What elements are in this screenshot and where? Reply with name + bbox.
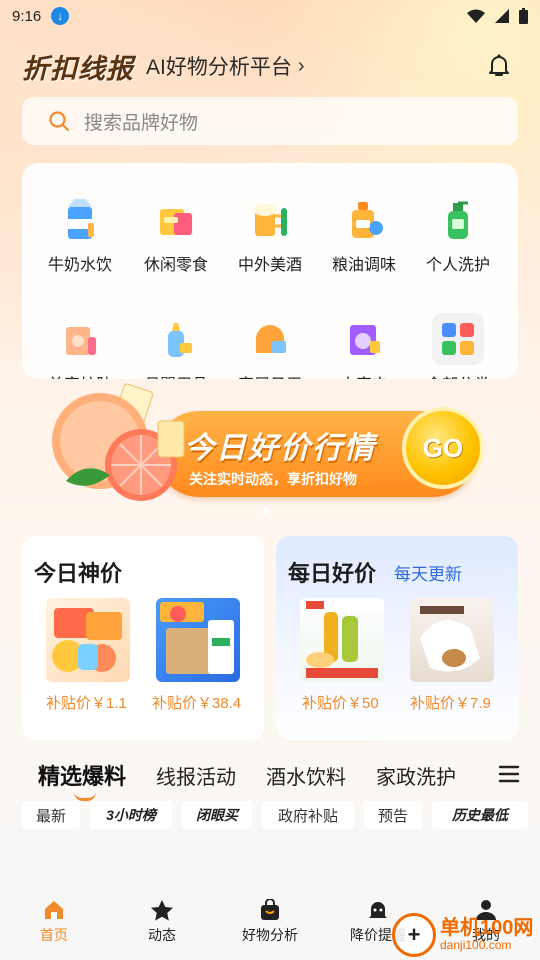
product-image[interactable] <box>46 598 130 682</box>
nav-label: 首页 <box>40 927 68 943</box>
category-milk[interactable]: 牛奶水饮 <box>32 193 128 275</box>
category-label: 个人洗护 <box>425 257 490 274</box>
daily-deal-panel[interactable]: 今日神价 补贴价￥1.1 补贴价￥38.4 <box>22 536 264 740</box>
chip-latest[interactable]: 最新 <box>22 801 80 829</box>
nav-label: 动态 <box>148 927 176 943</box>
banner-title: 今日好价行情 <box>184 432 376 465</box>
search-placeholder: 搜索品牌好物 <box>84 112 199 134</box>
category-baby[interactable]: 母婴用品 <box>128 313 224 379</box>
signal-icon <box>495 9 509 23</box>
appliance-icon <box>338 313 390 365</box>
category-appliance[interactable]: 大家电 <box>316 313 412 379</box>
category-snack[interactable]: 休闲零食 <box>128 193 224 275</box>
oil-icon <box>338 193 390 245</box>
product-price: 补贴价￥7.9 <box>410 695 491 712</box>
home-nav-icon <box>0 895 108 925</box>
search-icon <box>49 111 70 132</box>
category-label: 粮油调味 <box>331 257 396 274</box>
filter-chips: 最新 3小时榜 闭眼买 政府补贴 预告 历史最低 <box>22 801 540 829</box>
nav-feed[interactable]: 动态 <box>108 895 216 960</box>
category-label: 母婴用品 <box>128 371 224 379</box>
panel-title: 今日神价 <box>34 561 123 586</box>
category-home[interactable]: 家居日用 <box>222 313 318 379</box>
milk-icon <box>54 193 106 245</box>
category-label: 美容护肤 <box>32 371 128 379</box>
product-price: 补贴价￥50 <box>302 695 379 712</box>
snack-icon <box>150 193 202 245</box>
product-image[interactable] <box>156 598 240 682</box>
chip-history-low[interactable]: 历史最低 <box>432 801 528 829</box>
site-watermark: + 单机100网 danji100.com <box>392 912 540 958</box>
baby-bottle-icon <box>150 313 202 365</box>
search-input[interactable]: 搜索品牌好物 <box>22 97 518 145</box>
beer-icon <box>244 193 296 245</box>
category-all[interactable]: 全部分类 <box>410 313 506 379</box>
tab-featured[interactable]: 精选爆料 <box>38 759 126 801</box>
star-icon <box>108 895 216 925</box>
banner-subtitle: 关注实时动态，享折扣好物 <box>189 471 357 487</box>
bag-icon <box>216 895 324 925</box>
banner-pagination <box>263 508 269 514</box>
product-image[interactable] <box>410 598 494 682</box>
watermark-url: danji100.com <box>440 938 512 953</box>
tab-housekeeping[interactable]: 家政洗护 <box>376 761 456 790</box>
battery-icon <box>519 8 528 24</box>
watermark-name: 单机100网 <box>440 917 534 940</box>
chip-must-buy[interactable]: 闭眼买 <box>182 801 252 829</box>
home-icon <box>244 313 296 365</box>
category-label: 全部分类 <box>410 371 506 379</box>
chip-preview[interactable]: 预告 <box>364 801 422 829</box>
category-tabs: 精选爆料 线报活动 酒水饮料 家政洗护 <box>38 759 540 801</box>
nav-label: 好物分析 <box>242 927 298 943</box>
platform-link-label: AI好物分析平台 <box>146 56 292 79</box>
nav-analysis[interactable]: 好物分析 <box>216 895 324 960</box>
skincare-icon <box>54 313 106 365</box>
chevron-right-icon: › <box>297 54 305 77</box>
panel-tag: 每天更新 <box>394 565 462 584</box>
promo-banner[interactable]: 今日好价行情 关注实时动态，享折扣好物 GO <box>46 383 496 509</box>
category-label: 牛奶水饮 <box>47 257 112 274</box>
app-logo: 折扣线报 <box>22 53 134 85</box>
product-price: 补贴价￥1.1 <box>46 695 127 712</box>
tab-drinks[interactable]: 酒水饮料 <box>266 761 346 790</box>
watermark-logo: + <box>392 913 436 957</box>
category-card: 牛奶水饮 休闲零食 中外美酒 粮油调味 个人洗护 美容护肤 母婴用品 家居日用 … <box>22 163 518 379</box>
nav-home[interactable]: 首页 <box>0 895 108 960</box>
category-label: 大家电 <box>316 371 412 379</box>
category-oil[interactable]: 粮油调味 <box>316 193 412 275</box>
daily-price-panel[interactable]: 每日好价 每天更新 补贴价￥50 补贴价￥7.9 <box>276 536 518 740</box>
app-header: 折扣线报 AI好物分析平台 › <box>22 44 522 88</box>
panel-title: 每日好价 <box>288 561 377 586</box>
chip-gov-subsidy[interactable]: 政府补贴 <box>262 801 354 829</box>
tab-activities[interactable]: 线报活动 <box>156 761 236 790</box>
soap-icon <box>432 193 484 245</box>
category-label: 中外美酒 <box>237 257 302 274</box>
menu-icon[interactable] <box>498 764 520 784</box>
category-label: 休闲零食 <box>143 257 208 274</box>
grid-icon <box>432 313 484 365</box>
bell-icon[interactable] <box>486 52 512 78</box>
product-price: 补贴价￥38.4 <box>152 695 242 712</box>
platform-link[interactable]: AI好物分析平台 › <box>146 51 305 81</box>
download-icon: ↓ <box>51 7 70 25</box>
grapefruit-illustration <box>52 383 185 501</box>
category-personal-care[interactable]: 个人洗护 <box>410 193 506 275</box>
pagination-dot <box>263 508 269 514</box>
category-liquor[interactable]: 中外美酒 <box>222 193 318 275</box>
status-time: 9:16 <box>12 7 42 25</box>
status-bar: 9:16 ↓ <box>0 0 540 32</box>
category-skincare[interactable]: 美容护肤 <box>32 313 128 379</box>
go-button[interactable]: GO <box>402 407 484 489</box>
chip-3h-rank[interactable]: 3小时榜 <box>90 801 172 829</box>
product-image[interactable] <box>300 598 384 682</box>
category-label: 家居日用 <box>222 371 318 379</box>
wifi-icon <box>467 9 485 23</box>
